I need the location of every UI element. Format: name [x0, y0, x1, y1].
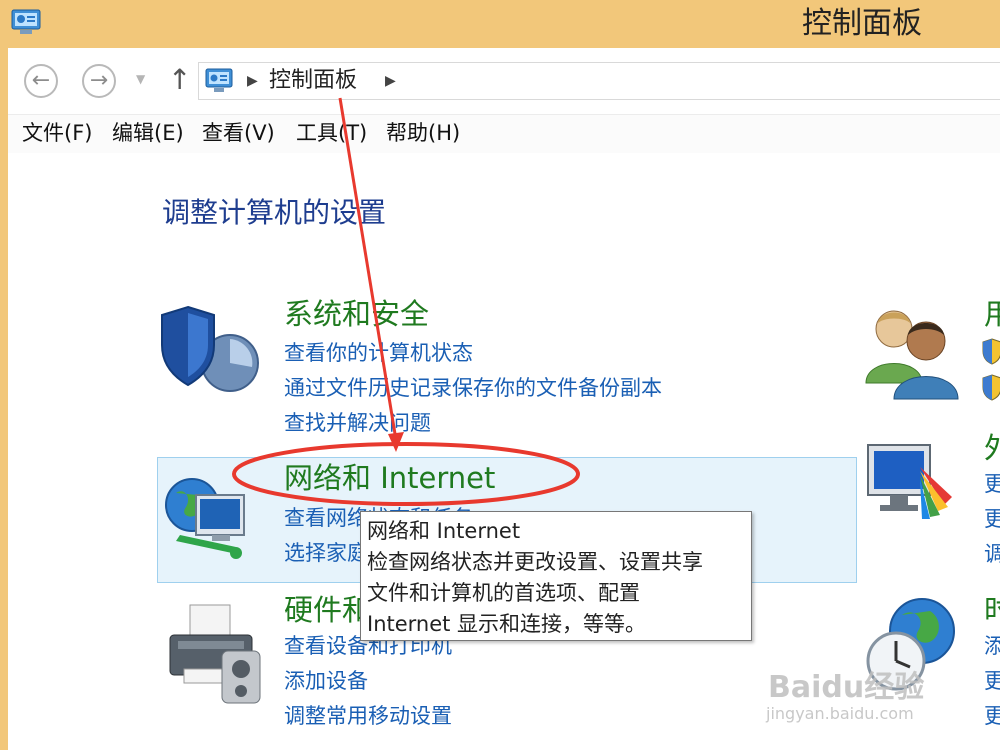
recent-locations-dropdown[interactable]: ▼	[136, 72, 145, 86]
uac-shield-icon	[982, 374, 1000, 401]
title-bar: 控制面板	[0, 0, 1000, 48]
link-add-device[interactable]: 添加设备	[284, 666, 368, 696]
arrow-up-icon: ↑	[168, 63, 192, 96]
tooltip-title: 网络和 Internet	[367, 519, 521, 543]
shield-icon	[161, 305, 259, 392]
address-bar[interactable]: ▶ 控制面板 ▶	[198, 62, 1000, 100]
users-icon	[865, 310, 959, 400]
menu-bar: 文件(F) 编辑(E) 查看(V) 工具(T) 帮助(H)	[8, 114, 1000, 154]
link-troubleshoot[interactable]: 查找并解决问题	[284, 408, 431, 438]
category-appearance[interactable]: 外	[984, 429, 1000, 467]
category-system-security[interactable]: 系统和安全	[284, 295, 429, 333]
arrow-right-icon: →	[89, 68, 109, 93]
back-button[interactable]: ←	[24, 64, 58, 98]
page-title: 调整计算机的设置	[162, 196, 387, 229]
link-clock-2[interactable]: 更	[984, 666, 1000, 696]
menu-edit[interactable]: 编辑(E)	[112, 118, 184, 148]
uac-shield-icon	[982, 338, 1000, 365]
navigation-bar: ← → ▼ ↑ ▶ 控制面板 ▶	[8, 48, 1000, 110]
watermark-brand: Baidu经验	[768, 670, 925, 705]
category-tooltip: 网络和 Internet 检查网络状态并更改设置、设置共享 文件和计算机的首选项…	[360, 511, 752, 641]
link-appearance-1[interactable]: 更	[984, 469, 1000, 499]
arrow-left-icon: ←	[31, 68, 51, 93]
tooltip-line: Internet 显示和连接，等等。	[367, 612, 647, 636]
menu-help[interactable]: 帮助(H)	[386, 118, 460, 148]
printer-icon	[169, 604, 261, 704]
window-title: 控制面板	[802, 6, 922, 41]
display-palette-icon	[867, 444, 952, 519]
link-clock-3[interactable]: 更	[984, 701, 1000, 731]
watermark-url: jingyan.baidu.com	[766, 704, 914, 723]
explorer-window: ← → ▼ ↑ ▶ 控制面板 ▶ 文件(F) 编辑(E) 查看(V) 工具(T)…	[8, 48, 1000, 750]
tooltip-line: 文件和计算机的首选项、配置	[367, 581, 640, 605]
link-appearance-2[interactable]: 更	[984, 504, 1000, 534]
network-globe-icon	[165, 478, 245, 559]
breadcrumb-control-panel[interactable]: 控制面板	[269, 64, 357, 98]
breadcrumb-chevron-icon[interactable]: ▶	[385, 67, 396, 95]
link-mobility-settings[interactable]: 调整常用移动设置	[284, 701, 452, 731]
category-network-internet[interactable]: 网络和 Internet	[284, 459, 495, 497]
category-clock-region[interactable]: 时	[984, 591, 1000, 629]
menu-file[interactable]: 文件(F)	[22, 118, 92, 148]
breadcrumb-chevron-icon[interactable]: ▶	[247, 67, 258, 95]
category-user-accounts[interactable]: 用	[984, 295, 1000, 333]
tooltip-line: 检查网络状态并更改设置、设置共享	[367, 550, 703, 574]
link-view-computer-status[interactable]: 查看你的计算机状态	[284, 338, 473, 368]
menu-view[interactable]: 查看(V)	[202, 118, 275, 148]
control-panel-icon	[11, 9, 41, 34]
up-button[interactable]: ↑	[168, 62, 191, 98]
link-file-history-backup[interactable]: 通过文件历史记录保存你的文件备份副本	[284, 373, 662, 403]
link-clock-1[interactable]: 添	[984, 631, 1000, 661]
control-panel-icon	[205, 68, 233, 92]
menu-tools[interactable]: 工具(T)	[296, 118, 367, 148]
link-appearance-3[interactable]: 调	[984, 539, 1000, 569]
forward-button[interactable]: →	[82, 64, 116, 98]
control-panel-content: 调整计算机的设置 系统和安全 查看你的计算机状态 通过文件历史记录保存你的文件备…	[8, 153, 1000, 750]
